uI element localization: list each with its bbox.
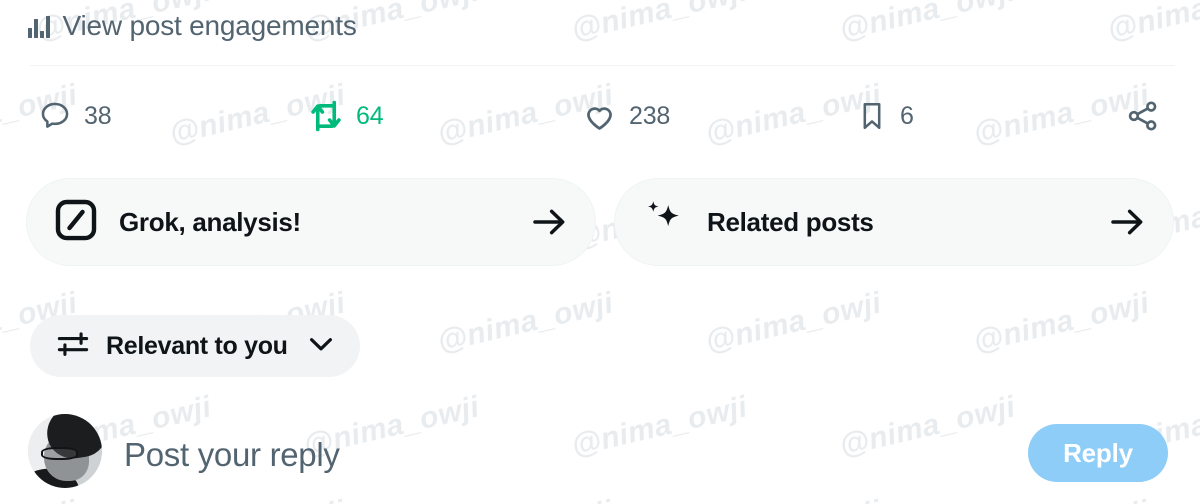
sliders-icon: [56, 327, 90, 366]
post-engagement-panel: View post engagements 38 64 238 6 Grok, …: [0, 0, 1200, 504]
grok-analysis-label: Grok, analysis!: [119, 206, 301, 237]
watermark-text: @nima_owji: [970, 286, 1153, 359]
bar-chart-icon: [28, 15, 50, 38]
filter-label: Relevant to you: [106, 331, 288, 360]
repost-icon: [311, 100, 341, 132]
arrow-right-icon: [1107, 202, 1147, 242]
watermark-text: @nima_owji: [836, 0, 1019, 47]
watermark-text: @nima_owji: [1104, 0, 1200, 47]
header-divider: [30, 65, 1175, 66]
relevant-to-you-filter[interactable]: Relevant to you: [30, 315, 360, 377]
reply-placeholder-text: Post your reply: [124, 435, 340, 473]
reply-submit-button[interactable]: Reply: [1028, 424, 1168, 482]
related-posts-label: Related posts: [707, 206, 874, 237]
reply-input[interactable]: Post your reply: [124, 405, 340, 504]
grok-analysis-button[interactable]: Grok, analysis!: [26, 178, 596, 266]
page-title: View post engagements: [62, 10, 357, 41]
reply-count: 38: [84, 101, 112, 130]
watermark-text: @nima_owji: [568, 0, 751, 47]
avatar[interactable]: [28, 414, 102, 488]
repost-action[interactable]: 64: [308, 88, 384, 144]
bookmark-count: 6: [900, 101, 914, 130]
watermark-text: @nima_owji: [434, 286, 617, 359]
repost-count: 64: [356, 101, 384, 130]
reply-action[interactable]: 38: [38, 88, 112, 144]
watermark-text: @nima_owji: [702, 286, 885, 359]
bookmark-icon: [863, 103, 881, 129]
share-icon: [1128, 101, 1157, 131]
chevron-down-icon: [304, 327, 338, 366]
grok-icon: [53, 197, 99, 248]
like-count: 238: [629, 101, 671, 130]
share-action[interactable]: [1126, 88, 1160, 144]
bookmark-action[interactable]: 6: [856, 88, 914, 144]
sparkles-icon: [641, 197, 687, 248]
like-action[interactable]: 238: [582, 88, 670, 144]
engagement-actions: 38 64 238 6: [0, 88, 1200, 144]
heart-icon: [587, 106, 612, 130]
reply-icon: [41, 102, 69, 128]
related-posts-button[interactable]: Related posts: [614, 178, 1174, 266]
arrow-right-icon: [529, 202, 569, 242]
view-post-engagements-link[interactable]: View post engagements: [28, 0, 357, 52]
reply-composer: Post your reply Reply: [0, 405, 1200, 504]
